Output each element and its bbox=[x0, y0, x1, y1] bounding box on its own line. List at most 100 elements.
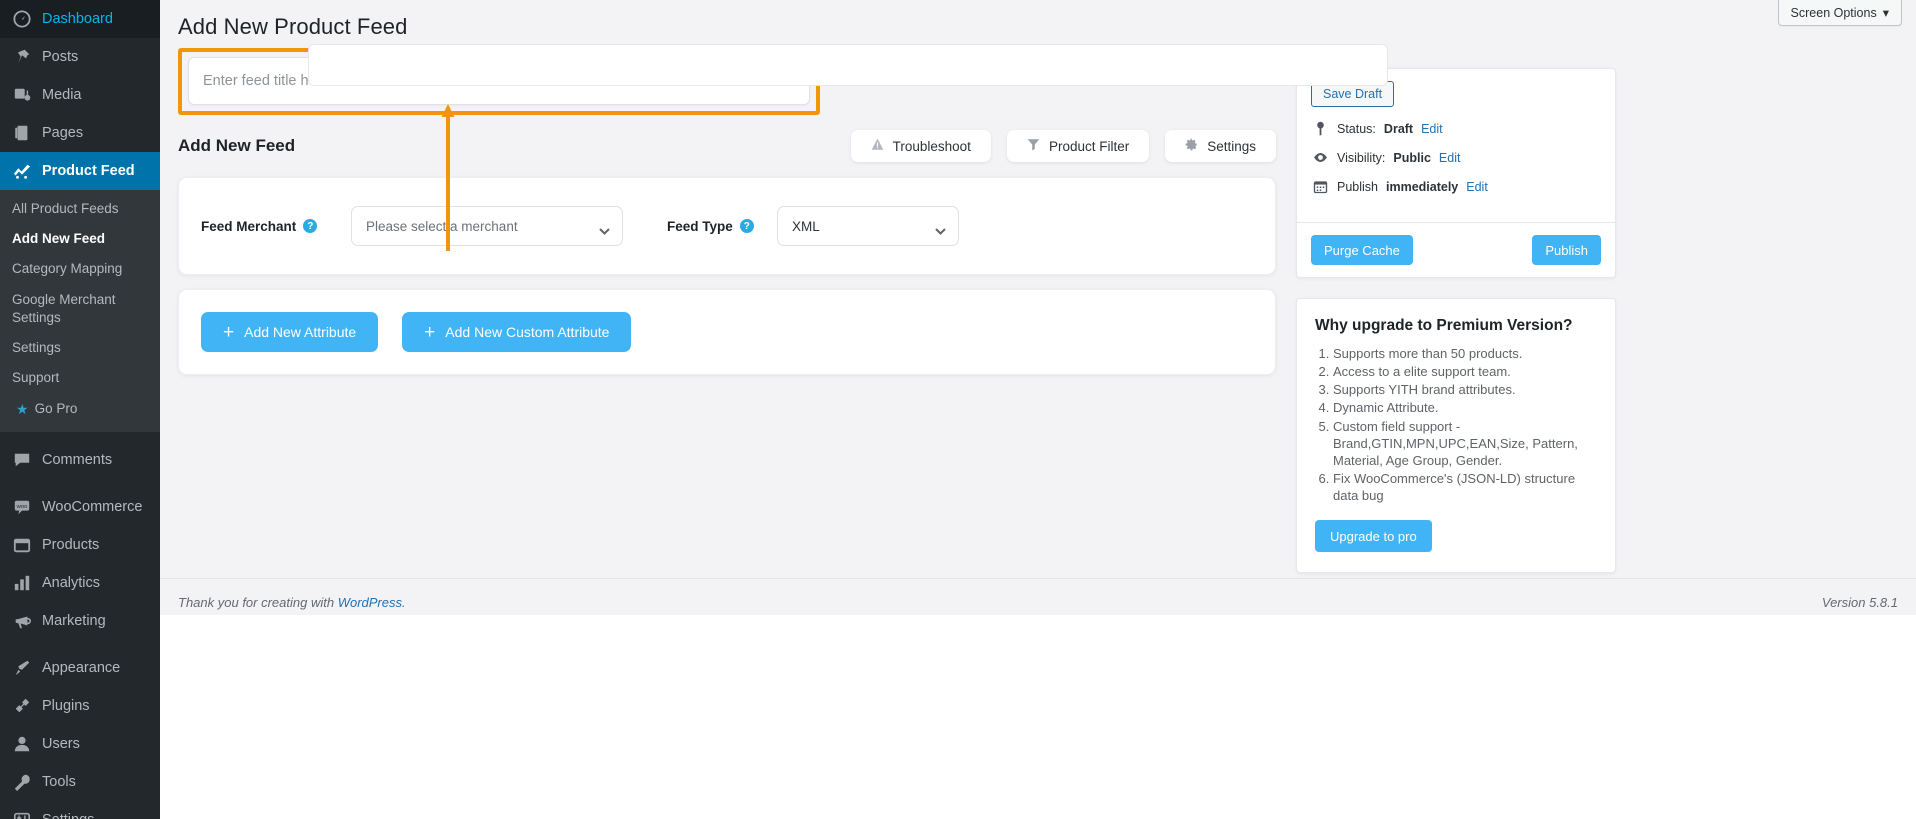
feed-type-select-wrap: XML bbox=[777, 206, 959, 246]
sidebar-item-dashboard[interactable]: Dashboard bbox=[0, 0, 160, 38]
sidebar-item-marketing[interactable]: Marketing bbox=[0, 602, 160, 640]
media-icon bbox=[12, 85, 32, 105]
status-edit-link[interactable]: Edit bbox=[1421, 122, 1443, 136]
sidebar-label: Users bbox=[42, 736, 80, 752]
feed-config-card: Feed Merchant ? Please select a merchant bbox=[178, 177, 1276, 275]
status-prefix: Status: bbox=[1337, 121, 1376, 136]
list-item: Dynamic Attribute. bbox=[1333, 399, 1597, 416]
sidebar-item-posts[interactable]: Posts bbox=[0, 38, 160, 76]
attributes-card: + Add New Attribute + Add New Custom Att… bbox=[178, 289, 1276, 375]
screen-options-label: Screen Options bbox=[1790, 5, 1877, 20]
feed-type-label-text: Feed Type bbox=[667, 218, 733, 234]
footer-thanks-prefix: Thank you for creating with bbox=[178, 595, 335, 610]
sidebar-item-settings-main[interactable]: Settings bbox=[0, 801, 160, 819]
dashboard-icon bbox=[12, 9, 32, 29]
feed-subbar: Add New Feed Troubleshoot Product Filter… bbox=[178, 129, 1276, 163]
tools-icon bbox=[12, 772, 32, 792]
publish-button[interactable]: Publish bbox=[1532, 235, 1601, 265]
visibility-edit-link[interactable]: Edit bbox=[1439, 151, 1461, 165]
sidebar-label: Plugins bbox=[42, 698, 90, 714]
content-columns: Add New Feed Troubleshoot bbox=[160, 40, 1916, 574]
sidebar-item-go-pro[interactable]: ★ Go Pro bbox=[0, 394, 160, 425]
feed-merchant-select[interactable]: Please select a merchant bbox=[351, 206, 623, 246]
page-bottom-area bbox=[160, 615, 1916, 819]
status-value: Draft bbox=[1383, 121, 1414, 136]
sidebar-label: Pages bbox=[42, 124, 84, 141]
publish-value: immediately bbox=[1386, 179, 1459, 194]
question-mark-icon[interactable]: ? bbox=[739, 219, 754, 233]
sidebar-item-tools[interactable]: Tools bbox=[0, 763, 160, 801]
list-item: Access to a elite support team. bbox=[1333, 363, 1597, 380]
submenu-label: Add New Feed bbox=[12, 231, 106, 247]
eye-icon bbox=[1311, 150, 1329, 165]
screen-options-toggle[interactable]: Screen Options ▾ bbox=[1777, 0, 1902, 26]
sidebar-item-product-feed[interactable]: Product Feed bbox=[0, 152, 160, 190]
submenu-label: Settings bbox=[12, 340, 61, 356]
products-icon bbox=[12, 535, 32, 555]
page-title: Add New Product Feed bbox=[178, 14, 408, 39]
publish-panel-body: Save Draft Status: Draft Edit Visibility… bbox=[1297, 69, 1615, 208]
sidebar-item-pages[interactable]: Pages bbox=[0, 114, 160, 152]
upgrade-to-pro-button[interactable]: Upgrade to pro bbox=[1315, 520, 1432, 553]
add-new-attribute-button[interactable]: + Add New Attribute bbox=[201, 312, 379, 352]
sidebar-label: Tools bbox=[42, 774, 76, 790]
screen-options-wrap: Screen Options ▾ bbox=[1777, 0, 1902, 26]
sidebar-item-category-mapping[interactable]: Category Mapping bbox=[0, 254, 160, 284]
sidebar-item-users[interactable]: Users bbox=[0, 725, 160, 763]
calendar-icon bbox=[1311, 179, 1329, 194]
sidebar-item-appearance[interactable]: Appearance bbox=[0, 649, 160, 687]
sidebar-divider bbox=[0, 432, 160, 441]
publish-edit-link[interactable]: Edit bbox=[1466, 180, 1488, 194]
list-item: Custom field support - Brand,GTIN,MPN,UP… bbox=[1333, 418, 1597, 469]
add-new-custom-attribute-label: Add New Custom Attribute bbox=[445, 324, 610, 340]
publish-time-row: Publish immediately Edit bbox=[1311, 179, 1601, 194]
sidebar-item-google-merchant-settings[interactable]: Google Merchant Settings bbox=[0, 285, 160, 333]
sidebar-label: Posts bbox=[42, 48, 79, 65]
comments-icon bbox=[12, 450, 32, 470]
sidebar-item-products[interactable]: Products bbox=[0, 526, 160, 564]
pin-marker-icon bbox=[1311, 121, 1329, 136]
sidebar-item-plugins[interactable]: Plugins bbox=[0, 687, 160, 725]
sidebar-item-settings[interactable]: Settings bbox=[0, 333, 160, 363]
feed-type-select[interactable]: XML bbox=[777, 206, 959, 246]
wordpress-link[interactable]: WordPress bbox=[338, 595, 402, 610]
sidebar-item-analytics[interactable]: Analytics bbox=[0, 564, 160, 602]
plus-icon: + bbox=[223, 321, 235, 343]
sidebar-item-media[interactable]: Media bbox=[0, 76, 160, 114]
admin-footer: Thank you for creating with WordPress. V… bbox=[160, 578, 1916, 610]
sidebar-item-comments[interactable]: Comments bbox=[0, 441, 160, 479]
footer-version: Version 5.8.1 bbox=[1821, 595, 1898, 610]
feed-merchant-label-text: Feed Merchant bbox=[201, 218, 297, 234]
sidebar-item-woocommerce[interactable]: woo WooCommerce bbox=[0, 488, 160, 526]
marketing-icon bbox=[12, 611, 32, 631]
sidebar-item-add-new-feed[interactable]: Add New Feed bbox=[0, 224, 160, 254]
product-feed-icon bbox=[12, 161, 32, 181]
admin-page: Dashboard Posts Media Pages Product Feed bbox=[0, 0, 1916, 819]
add-new-attribute-label: Add New Attribute bbox=[244, 324, 357, 340]
sidebar-label: Marketing bbox=[42, 613, 106, 629]
product-filter-button[interactable]: Product Filter bbox=[1006, 130, 1150, 162]
premium-upsell-panel: Why upgrade to Premium Version? Supports… bbox=[1296, 298, 1616, 574]
purge-cache-button[interactable]: Purge Cache bbox=[1311, 235, 1413, 265]
product-filter-label: Product Filter bbox=[1048, 138, 1130, 154]
list-item: Fix WooCommerce's (JSON-LD) structure da… bbox=[1333, 470, 1597, 504]
funnel-icon bbox=[1027, 138, 1040, 154]
sidebar-item-support[interactable]: Support bbox=[0, 363, 160, 393]
pages-icon bbox=[12, 123, 32, 143]
list-item: Supports YITH brand attributes. bbox=[1333, 381, 1597, 398]
publish-prefix: Publish bbox=[1337, 179, 1378, 194]
analytics-icon bbox=[12, 573, 32, 593]
add-new-custom-attribute-button[interactable]: + Add New Custom Attribute bbox=[402, 312, 632, 352]
admin-sidebar: Dashboard Posts Media Pages Product Feed bbox=[0, 0, 160, 819]
publish-panel-footer: Purge Cache Publish bbox=[1297, 222, 1615, 277]
troubleshoot-label: Troubleshoot bbox=[892, 138, 971, 154]
submenu-label: Support bbox=[12, 370, 60, 386]
question-mark-icon[interactable]: ? bbox=[303, 219, 318, 233]
feed-merchant-label: Feed Merchant ? bbox=[201, 219, 351, 234]
sidebar-item-all-product-feeds[interactable]: All Product Feeds bbox=[0, 194, 160, 224]
settings-button[interactable]: Settings bbox=[1165, 130, 1276, 162]
sidebar-label: WooCommerce bbox=[42, 499, 143, 515]
plugins-icon bbox=[12, 696, 32, 716]
troubleshoot-button[interactable]: Troubleshoot bbox=[850, 130, 991, 162]
pin-icon bbox=[12, 47, 32, 67]
